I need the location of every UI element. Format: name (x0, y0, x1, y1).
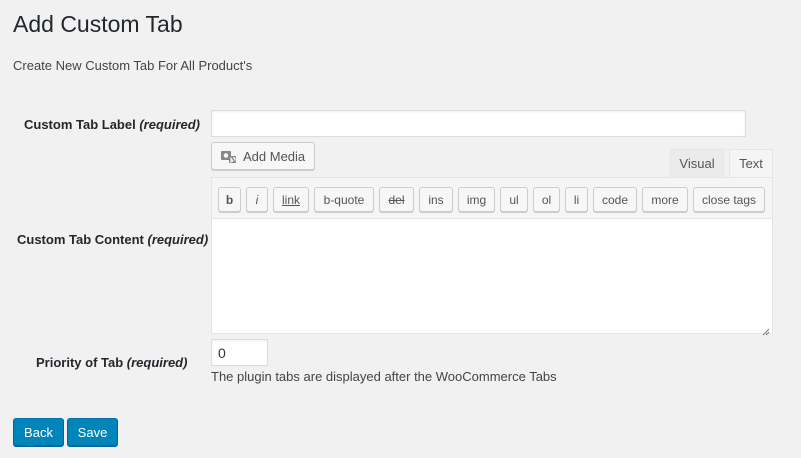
page-title: Add Custom Tab (13, 11, 183, 37)
resize-grip-icon[interactable] (762, 323, 770, 336)
quicktag-close-tags-button[interactable]: close tags (693, 187, 765, 212)
tab-label-field-label: Custom Tab Label (required) (24, 116, 200, 134)
add-media-button[interactable]: Add Media (211, 142, 315, 170)
required-marker: (required) (126, 355, 188, 370)
tab-content-label-text: Custom Tab Content (17, 232, 144, 247)
quicktag-code-button[interactable]: code (593, 187, 637, 212)
media-icon (220, 148, 237, 165)
tab-visual[interactable]: Visual (670, 149, 724, 177)
required-marker: (required) (139, 117, 201, 132)
page-description: Create New Custom Tab For All Product's (13, 58, 253, 73)
tab-content-field-label: Custom Tab Content (required) (17, 231, 208, 249)
priority-label-text: Priority of Tab (36, 355, 124, 370)
add-media-label: Add Media (243, 148, 306, 164)
tab-label-label-text: Custom Tab Label (24, 117, 136, 132)
back-button[interactable]: Back (13, 418, 64, 446)
priority-field-label: Priority of Tab (required) (36, 354, 187, 372)
quicktag-ol-button[interactable]: ol (533, 187, 560, 212)
quicktag-ul-button[interactable]: ul (500, 187, 528, 212)
required-marker: (required) (147, 232, 209, 247)
tab-label-input[interactable] (211, 110, 746, 137)
priority-input[interactable] (211, 339, 268, 366)
quicktag-bold-button[interactable]: b (218, 187, 241, 212)
quicktag-del-button[interactable]: del (379, 187, 414, 212)
quicktag-link-button[interactable]: link (273, 187, 309, 212)
quicktag-bquote-button[interactable]: b-quote (314, 187, 374, 212)
quicktag-more-button[interactable]: more (642, 187, 688, 212)
quicktag-italic-button[interactable]: i (246, 187, 268, 212)
quicktag-li-button[interactable]: li (565, 187, 588, 212)
tab-content-textarea[interactable] (212, 219, 772, 333)
quicktag-img-button[interactable]: img (458, 187, 495, 212)
quicktags-toolbar: b i link b-quote del ins img ul ol li co… (212, 178, 772, 219)
priority-hint: The plugin tabs are displayed after the … (211, 369, 557, 384)
save-button[interactable]: Save (67, 418, 118, 446)
tab-text[interactable]: Text (729, 149, 773, 177)
quicktag-ins-button[interactable]: ins (419, 187, 453, 212)
content-editor: b i link b-quote del ins img ul ol li co… (211, 177, 773, 336)
